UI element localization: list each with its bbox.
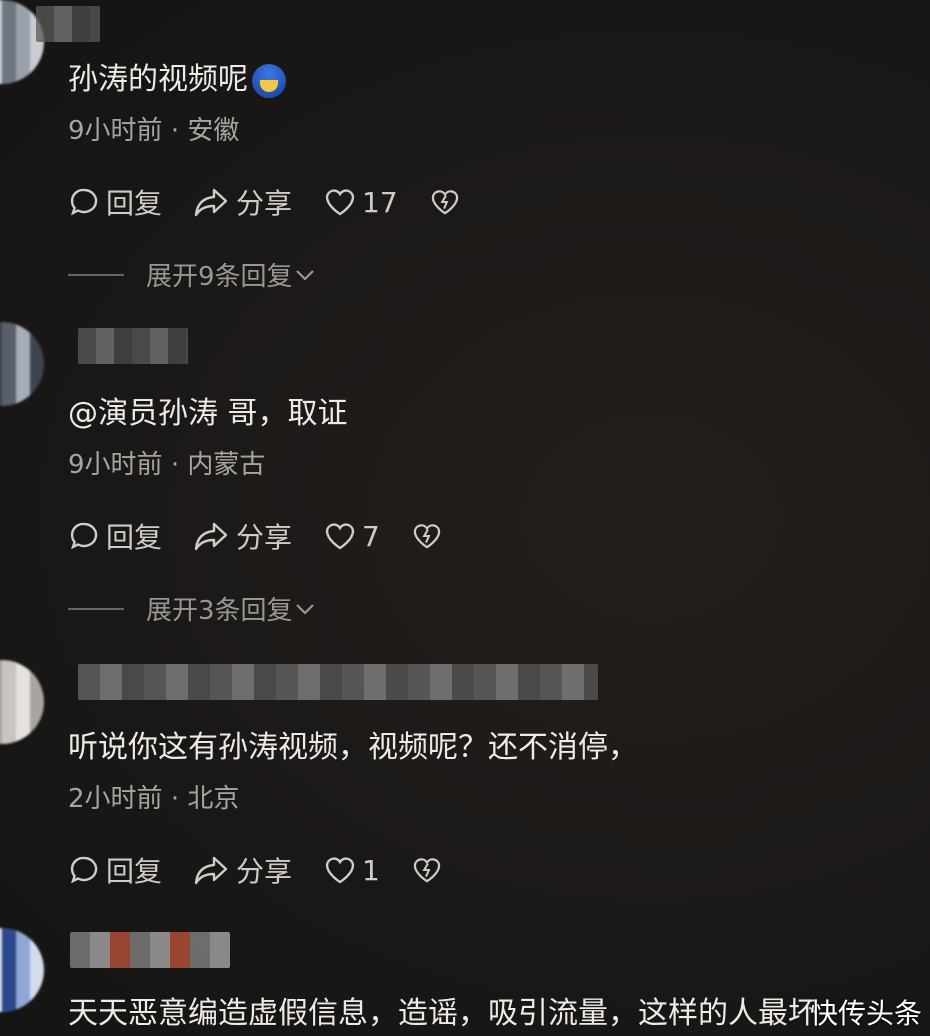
share-label: 分享 xyxy=(236,855,293,888)
heart-icon xyxy=(325,189,355,216)
comment-location: 内蒙古 xyxy=(187,450,266,480)
share-button[interactable]: 分享 xyxy=(194,182,292,222)
comment-time: 9小时前 xyxy=(68,116,163,146)
comment-text: 孙涛的视频呢 xyxy=(68,60,286,100)
broken-heart-icon xyxy=(413,858,441,883)
chevron-down-icon xyxy=(295,269,314,281)
divider-line xyxy=(68,607,124,610)
share-button[interactable]: 分享 xyxy=(194,850,292,890)
comment-text-content: 孙涛的视频呢 xyxy=(68,62,248,97)
like-count: 7 xyxy=(362,519,380,553)
reply-button[interactable]: 回复 xyxy=(68,850,162,890)
emoji-icon xyxy=(252,63,286,98)
meta-separator: · xyxy=(170,450,180,480)
comment-actions: 回复 分享 1 xyxy=(68,850,480,890)
meta-separator: · xyxy=(170,784,180,814)
heart-icon xyxy=(325,523,355,550)
broken-heart-icon xyxy=(413,524,441,549)
reply-button[interactable]: 回复 xyxy=(68,182,162,222)
comment-bubble-icon xyxy=(70,188,98,216)
comment-meta: 9小时前 · 安徽 xyxy=(68,114,239,148)
dislike-button[interactable] xyxy=(412,856,448,884)
watermark: 快传头条 xyxy=(809,997,922,1030)
expand-replies-label: 展开9条回复 xyxy=(146,262,293,292)
like-button[interactable]: 1 xyxy=(324,854,380,887)
share-arrow-icon xyxy=(194,856,228,885)
comment-actions: 回复 分享 17 xyxy=(68,182,498,222)
share-label: 分享 xyxy=(236,187,293,220)
avatar[interactable] xyxy=(0,928,44,1012)
username-blurred[interactable] xyxy=(70,932,230,968)
like-count: 1 xyxy=(362,853,380,887)
reply-label: 回复 xyxy=(106,187,163,220)
reply-label: 回复 xyxy=(106,855,163,888)
comment-bubble-icon xyxy=(70,856,98,884)
comment-meta: 9小时前 · 内蒙古 xyxy=(68,448,265,482)
avatar[interactable] xyxy=(0,660,44,744)
username-blurred[interactable] xyxy=(78,664,598,700)
reply-label: 回复 xyxy=(106,521,163,554)
dislike-button[interactable] xyxy=(412,522,448,550)
comment-text: 听说你这有孙涛视频，视频呢？还不消停， xyxy=(68,730,638,765)
share-arrow-icon xyxy=(194,188,228,217)
chevron-down-icon xyxy=(295,603,314,615)
share-arrow-icon xyxy=(194,522,228,551)
avatar[interactable] xyxy=(0,322,44,406)
username-blurred[interactable] xyxy=(36,6,100,42)
comment-location: 北京 xyxy=(187,784,240,814)
comment-time: 9小时前 xyxy=(68,450,163,480)
like-button[interactable]: 7 xyxy=(324,520,380,553)
comment-location: 安徽 xyxy=(187,116,240,146)
username-blurred[interactable] xyxy=(78,328,188,364)
meta-separator: · xyxy=(170,116,180,146)
reply-button[interactable]: 回复 xyxy=(68,516,162,556)
heart-icon xyxy=(325,857,355,884)
broken-heart-icon xyxy=(431,190,458,215)
comment-meta: 2小时前 · 北京 xyxy=(68,782,239,816)
comment-actions: 回复 分享 7 xyxy=(68,516,480,556)
comment-text: @演员孙涛 哥，取证 xyxy=(68,396,348,431)
like-button[interactable]: 17 xyxy=(324,186,398,219)
like-count: 17 xyxy=(362,185,398,219)
expand-replies-button[interactable]: 展开3条回复 xyxy=(68,590,317,627)
share-button[interactable]: 分享 xyxy=(194,516,292,556)
dislike-button[interactable] xyxy=(430,188,466,216)
comment-text: 天天恶意编造虚假信息，造谣，吸引流量，这样的人最坏 xyxy=(68,996,818,1031)
comment-time: 2小时前 xyxy=(68,784,163,814)
expand-replies-label: 展开3条回复 xyxy=(146,596,293,626)
comment-bubble-icon xyxy=(70,522,98,550)
divider-line xyxy=(68,273,124,276)
expand-replies-button[interactable]: 展开9条回复 xyxy=(68,256,317,293)
share-label: 分享 xyxy=(236,521,293,554)
